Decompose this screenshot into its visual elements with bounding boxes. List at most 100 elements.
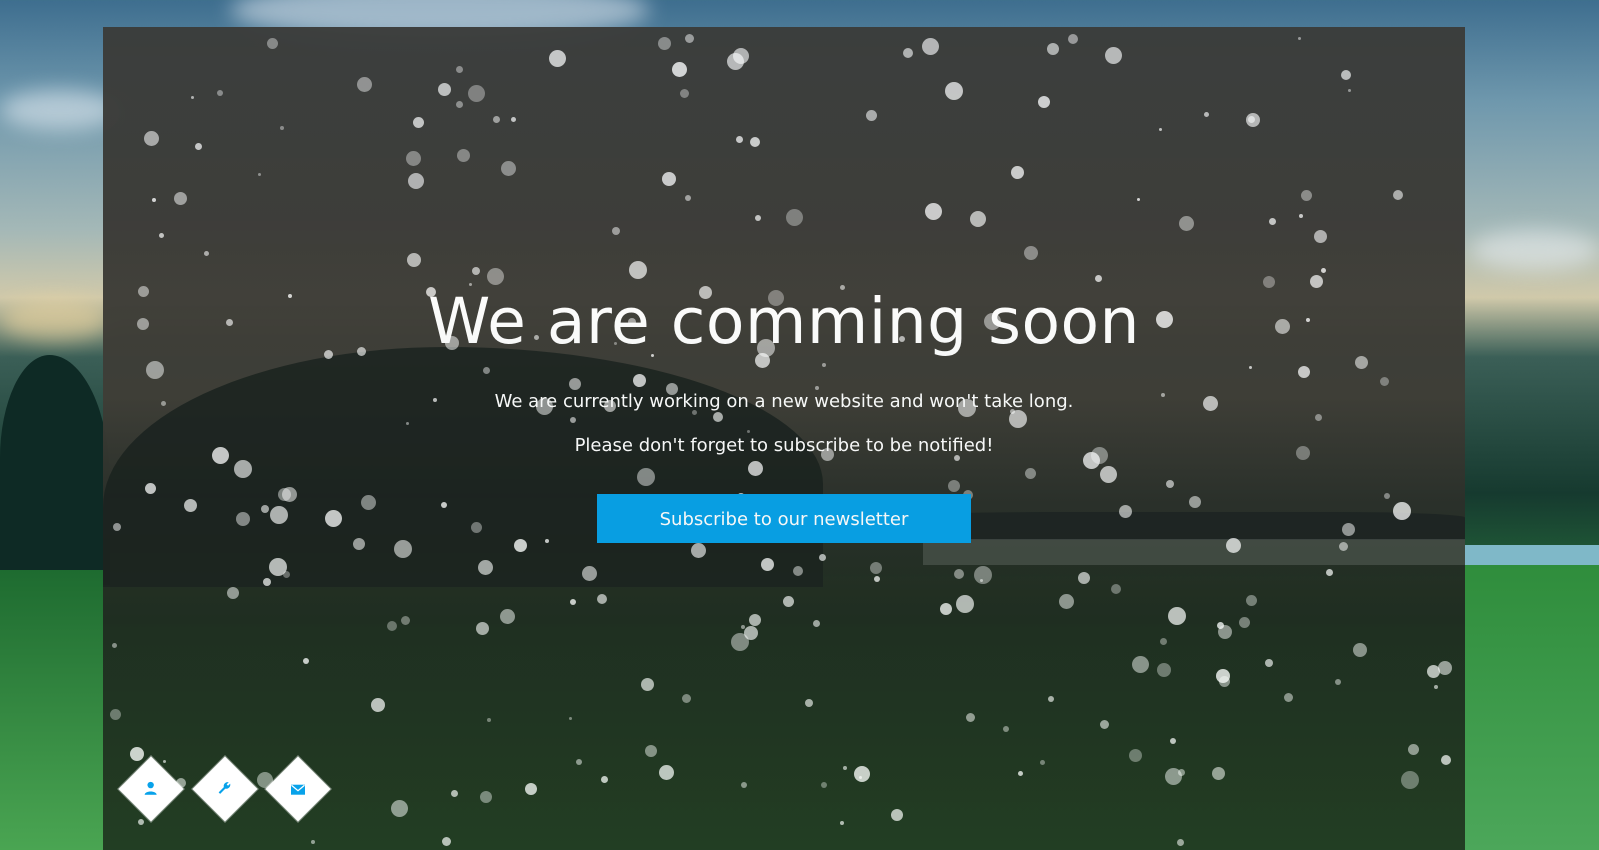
snow-particle: [472, 267, 480, 275]
snow-particle: [227, 587, 239, 599]
hero-content: We are comming soon We are currently wor…: [103, 282, 1465, 543]
snow-particle: [1217, 622, 1224, 629]
snow-particle: [727, 53, 744, 70]
snow-particle: [1246, 113, 1260, 127]
snow-particle: [954, 569, 964, 579]
snow-particle: [1003, 726, 1009, 732]
snow-particle: [1427, 665, 1440, 678]
snow-particle: [970, 211, 986, 227]
snow-particle: [682, 694, 691, 703]
snow-particle: [731, 633, 749, 651]
hero-overlay-panel: We are comming soon We are currently wor…: [103, 27, 1465, 850]
snow-particle: [1218, 625, 1232, 639]
snow-particle: [597, 594, 607, 604]
snow-particle: [1408, 744, 1419, 755]
snow-particle: [859, 776, 862, 779]
snow-particle: [1129, 749, 1142, 762]
snow-particle: [1265, 659, 1273, 667]
snow-particle: [980, 579, 983, 582]
snow-particle: [511, 117, 516, 122]
snow-particle: [371, 698, 385, 712]
snow-particle: [1269, 218, 1276, 225]
snow-particle: [1179, 216, 1194, 231]
snow-particle: [1170, 738, 1176, 744]
snow-particle: [733, 48, 749, 64]
snow-particle: [1248, 116, 1255, 123]
snow-particle: [1105, 47, 1122, 64]
snow-particle: [1326, 569, 1333, 576]
snow-particle: [750, 137, 760, 147]
snow-particle: [966, 713, 975, 722]
snow-particle: [163, 760, 166, 763]
snow-particle: [525, 783, 537, 795]
snow-particle: [741, 625, 745, 629]
snow-particle: [1157, 663, 1171, 677]
snow-particle: [1159, 128, 1162, 131]
snow-particle: [891, 809, 903, 821]
snow-particle: [576, 759, 582, 765]
snow-particle: [843, 766, 847, 770]
snow-particle: [744, 626, 758, 640]
snow-particle: [569, 717, 572, 720]
snow-particle: [736, 136, 743, 143]
snow-particle: [152, 198, 156, 202]
snow-particle: [659, 765, 674, 780]
snow-particle: [749, 614, 761, 626]
snow-particle: [456, 66, 463, 73]
snow-particle: [258, 173, 261, 176]
snow-particle: [1284, 693, 1293, 702]
snow-particle: [311, 840, 315, 844]
snow-particle: [1048, 696, 1054, 702]
snow-particle: [500, 609, 515, 624]
snow-particle: [451, 790, 458, 797]
snow-particle: [442, 837, 451, 846]
snow-particle: [1068, 34, 1078, 44]
snow-particle: [438, 83, 451, 96]
page-title: We are comming soon: [427, 285, 1140, 358]
hero-description: We are currently working on a new websit…: [103, 380, 1465, 468]
snow-particle: [1168, 607, 1186, 625]
snow-particle: [601, 776, 608, 783]
snow-particle: [956, 595, 974, 613]
snow-particle: [217, 90, 223, 96]
snow-particle: [387, 621, 397, 631]
snow-particle: [1348, 89, 1351, 92]
snow-particle: [854, 766, 870, 782]
subscribe-button[interactable]: Subscribe to our newsletter: [597, 494, 971, 543]
snow-particle: [407, 253, 421, 267]
snow-particle: [1132, 656, 1149, 673]
snow-particle: [1018, 771, 1023, 776]
snow-particle: [130, 747, 144, 761]
user-icon: [144, 780, 158, 799]
snow-particle: [357, 77, 372, 92]
snow-particle: [549, 50, 566, 67]
snow-particle: [945, 82, 963, 100]
snow-particle: [1314, 230, 1327, 243]
snow-particle: [1321, 268, 1326, 273]
snow-particle: [1441, 755, 1451, 765]
snow-particle: [1301, 190, 1312, 201]
snow-particle: [783, 596, 794, 607]
snow-particle: [755, 215, 761, 221]
snow-particle: [1040, 760, 1045, 765]
snow-particle: [468, 85, 485, 102]
snow-particle: [112, 643, 117, 648]
snow-particle: [685, 34, 694, 43]
snow-particle: [457, 149, 470, 162]
snow-particle: [641, 678, 654, 691]
snow-particle: [487, 718, 491, 722]
snow-particle: [493, 116, 500, 123]
snow-particle: [645, 745, 657, 757]
snow-particle: [1204, 112, 1209, 117]
snow-particle: [1299, 214, 1303, 218]
snow-particle: [840, 821, 844, 825]
envelope-icon: [291, 780, 306, 799]
snow-particle: [1095, 275, 1102, 282]
snow-particle: [1298, 37, 1301, 40]
snow-particle: [1165, 768, 1182, 785]
snow-particle: [813, 620, 820, 627]
snow-particle: [1059, 594, 1074, 609]
snow-particle: [1216, 669, 1230, 683]
snow-particle: [280, 126, 284, 130]
snow-particle: [866, 110, 877, 121]
